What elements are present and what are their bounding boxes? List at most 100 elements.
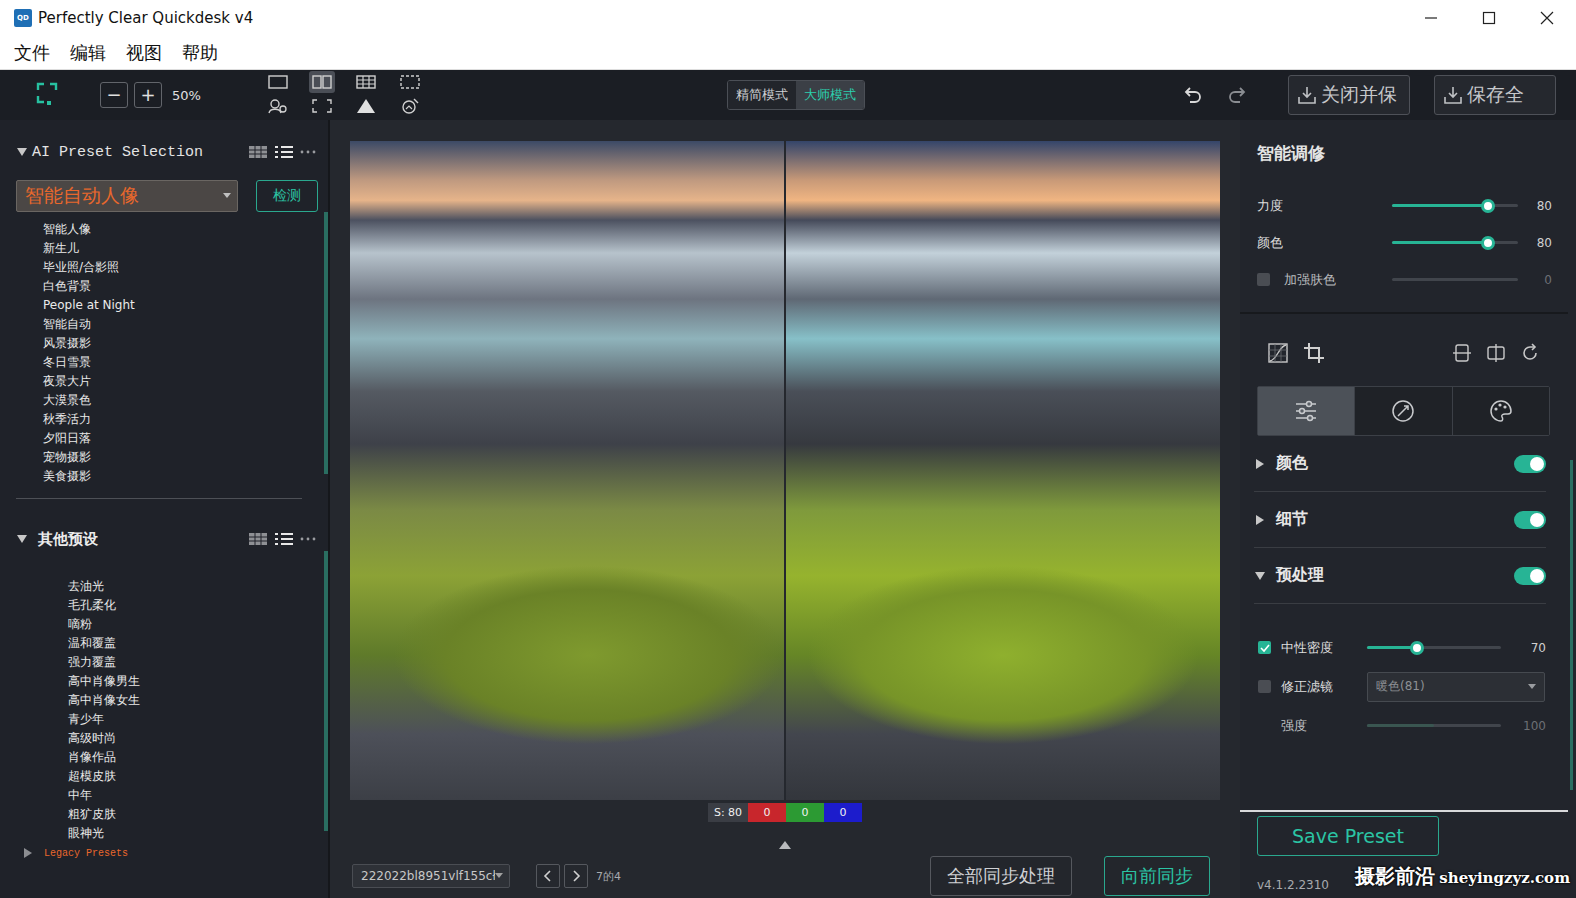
preset-item[interactable]: 风景摄影 [43,334,324,353]
list-view-icon[interactable] [274,144,294,160]
preset-item[interactable]: 新生儿 [43,239,324,258]
preset-item[interactable]: 嘀粉 [68,615,324,634]
view-mode-button[interactable] [397,95,423,117]
section-header[interactable]: 预处理 [1254,548,1546,604]
sync-button[interactable]: 全部同步处理 [930,856,1072,896]
menu-item[interactable]: 编辑 [70,41,106,65]
preset-item[interactable]: 智能自动 [43,315,324,334]
thumbnail-view-icon[interactable] [248,145,268,159]
preset-dropdown[interactable]: 智能自动人像 [16,180,238,212]
crop-icon[interactable] [1303,342,1325,364]
preset-item[interactable]: 大漠景色 [43,391,324,410]
sync-button[interactable]: 向前同步 [1104,856,1210,896]
mode-button[interactable]: 精简模式 [728,81,796,109]
next-button[interactable] [564,864,588,888]
menu-item[interactable]: 文件 [14,41,50,65]
filter-dropdown[interactable]: 暖色(81) [1367,672,1545,702]
preset-item[interactable]: 中年 [68,786,324,805]
scrollbar-thumb[interactable] [324,551,328,831]
palette-icon [1488,398,1514,424]
preset-item[interactable]: 高中肖像男生 [68,672,324,691]
menu-item[interactable]: 帮助 [182,41,218,65]
preset-item[interactable]: 超模皮肤 [68,767,324,786]
checkbox[interactable] [1258,680,1271,693]
slider[interactable] [1367,724,1501,727]
slider-knob[interactable] [1481,199,1495,213]
legacy-presets[interactable]: Legacy Presets [22,847,328,859]
file-dropdown[interactable]: 222022bl8951vlf155cł [352,864,510,888]
preset-item[interactable]: 眼神光 [68,824,324,843]
tool-tab[interactable] [1453,387,1549,435]
preset-item[interactable]: 高级时尚 [68,729,324,748]
preset-item[interactable]: 粗犷皮肤 [68,805,324,824]
view-mode-button[interactable] [265,71,291,93]
zoom-out-button[interactable]: − [100,82,128,108]
preset-item[interactable]: 温和覆盖 [68,634,324,653]
maximize-button[interactable] [1460,1,1518,35]
slider[interactable] [1392,204,1518,207]
checkbox[interactable] [1258,641,1271,654]
more-icon[interactable] [300,149,316,155]
preset-item[interactable]: 强力覆盖 [68,653,324,672]
scrollbar-thumb[interactable] [324,212,328,474]
preset-item[interactable]: 夕阳日落 [43,429,324,448]
view-mode-button[interactable] [309,71,335,93]
flip-vertical-icon[interactable] [1452,343,1472,363]
slider[interactable] [1392,278,1518,281]
zoom-in-button[interactable]: + [134,82,162,108]
view-mode-button[interactable] [265,95,291,117]
slider[interactable] [1367,646,1501,649]
scrollbar-thumb[interactable] [1570,460,1573,790]
preset-item[interactable]: 去油光 [68,577,324,596]
preset-item[interactable]: 毛孔柔化 [68,596,324,615]
menu-item[interactable]: 视图 [126,41,162,65]
section-toggle[interactable] [1514,511,1546,529]
flip-horizontal-icon[interactable] [1486,343,1506,363]
slider[interactable] [1392,241,1518,244]
preset-item[interactable]: People at Night [43,296,324,315]
undo-button[interactable] [1172,80,1212,110]
thumbnail-view-icon[interactable] [248,532,268,546]
section-header[interactable]: 颜色 [1254,436,1546,492]
checkbox[interactable] [1257,273,1270,286]
rotate-icon[interactable] [1520,343,1540,363]
view-mode-button[interactable] [353,71,379,93]
close-button[interactable] [1518,1,1576,35]
list-view-icon[interactable] [274,531,294,547]
ai-preset-header[interactable]: AI Preset Selection [16,140,316,164]
save-button[interactable]: 保存全 [1434,75,1556,115]
preset-item[interactable]: 智能人像 [43,220,324,239]
curves-icon[interactable] [1267,342,1289,364]
mode-button[interactable]: 大师模式 [796,81,864,109]
detect-button[interactable]: 检测 [256,180,318,212]
section-header[interactable]: 细节 [1254,492,1546,548]
preset-item[interactable]: 冬日雪景 [43,353,324,372]
other-preset-header[interactable]: 其他预设 [16,527,316,551]
view-mode-button[interactable] [397,71,423,93]
view-mode-button[interactable] [309,95,335,117]
tool-tab[interactable] [1355,387,1452,435]
section-toggle[interactable] [1514,567,1546,585]
minimize-button[interactable] [1402,1,1460,35]
save-preset-button[interactable]: Save Preset [1257,816,1439,856]
more-icon[interactable] [300,536,316,542]
slider-knob[interactable] [1481,236,1495,250]
logo-icon[interactable] [36,82,58,108]
preset-item[interactable]: 秋季活力 [43,410,324,429]
preset-item[interactable]: 美食摄影 [43,467,324,486]
preset-item[interactable]: 夜景大片 [43,372,324,391]
slider-knob[interactable] [1410,641,1424,655]
preset-item[interactable]: 毕业照/合影照 [43,258,324,277]
expand-up-icon[interactable] [778,840,792,850]
preset-item[interactable]: 宠物摄影 [43,448,324,467]
preset-item[interactable]: 肖像作品 [68,748,324,767]
preset-item[interactable]: 青少年 [68,710,324,729]
save-button[interactable]: 关闭并保 [1288,75,1410,115]
preset-item[interactable]: 高中肖像女生 [68,691,324,710]
previous-button[interactable] [536,864,560,888]
preset-item[interactable]: 白色背景 [43,277,324,296]
tool-tab[interactable] [1258,387,1355,435]
section-toggle[interactable] [1514,455,1546,473]
view-mode-button[interactable] [353,95,379,117]
redo-button[interactable] [1218,80,1258,110]
